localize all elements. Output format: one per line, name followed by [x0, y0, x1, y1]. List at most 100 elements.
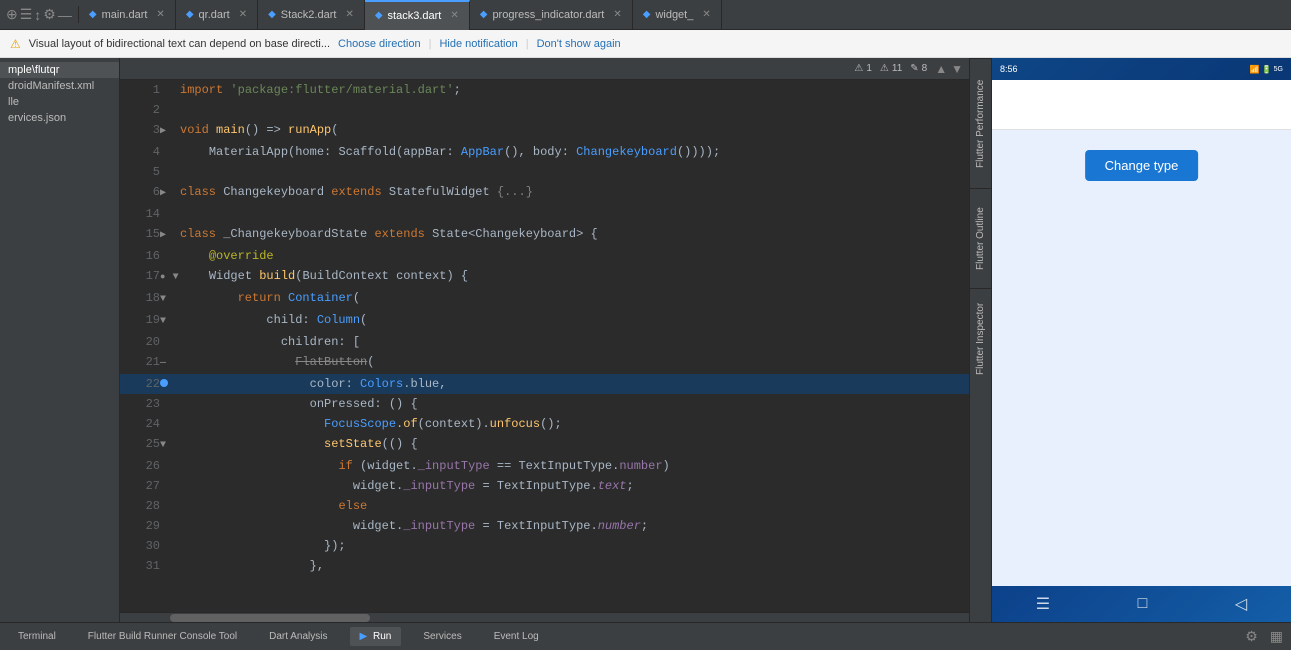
device-status-bar: 8:56 📶 🔋 5G — [992, 58, 1291, 80]
signal-text: 5G — [1274, 66, 1283, 73]
tab-close-widget[interactable]: ✕ — [702, 9, 710, 20]
layout-status-icon[interactable]: ▦ — [1270, 628, 1283, 645]
code-lines: 1 import 'package:flutter/material.dart'… — [120, 80, 969, 576]
fold-arrow-25[interactable]: ▼ — [160, 440, 166, 451]
fold-arrow-15[interactable]: ▶ — [160, 230, 166, 241]
flutter-outline-panel[interactable]: Flutter Outline — [970, 188, 991, 288]
sidebar-item-flutqr[interactable]: mple\flutqr — [0, 62, 119, 78]
warning-count: 1 — [866, 63, 872, 74]
toolbar-icon-2[interactable]: ☰ — [20, 6, 33, 23]
line-row: 18 ▼ return Container( — [120, 288, 969, 310]
status-tab-event-log[interactable]: Event Log — [484, 627, 549, 646]
line-row: 14 — [120, 204, 969, 224]
change-type-button[interactable]: Change type — [1085, 150, 1199, 181]
device-status-icons: 📶 🔋 5G — [1250, 65, 1283, 74]
sidebar-item-services[interactable]: ervices.json — [0, 110, 119, 126]
line-row: 25 ▼ setState(() { — [120, 434, 969, 456]
notification-separator: | — [429, 38, 432, 50]
back-nav-icon[interactable]: ◁ — [1235, 594, 1247, 614]
notification-text: Visual layout of bidirectional text can … — [29, 38, 330, 50]
minimize-icon[interactable]: — — [58, 7, 72, 23]
line-row: 5 — [120, 162, 969, 182]
fold-arrow-18[interactable]: ▼ — [160, 294, 166, 305]
flutter-inspector-panel[interactable]: Flutter Inspector — [970, 288, 991, 388]
line-row: 23 onPressed: () { — [120, 394, 969, 414]
tab-qr-dart[interactable]: ◆ qr.dart ✕ — [176, 0, 258, 30]
line-row: 4 MaterialApp(home: Scaffold(appBar: App… — [120, 142, 969, 162]
sidebar-item-androidmanifest[interactable]: droidManifest.xml — [0, 78, 119, 94]
choose-direction-link[interactable]: Choose direction — [338, 38, 421, 50]
tab-progress-dart[interactable]: ◆ progress_indicator.dart ✕ — [470, 0, 633, 30]
status-tab-dart-analysis[interactable]: Dart Analysis — [259, 627, 337, 646]
dont-show-again-link[interactable]: Don't show again — [537, 38, 621, 50]
notification-separator-2: | — [526, 38, 529, 50]
dart-file-icon-2: ◆ — [186, 9, 194, 20]
settings-icon[interactable]: ⚙ — [43, 6, 56, 23]
line-row: 27 widget._inputType = TextInputType.tex… — [120, 476, 969, 496]
toolbar-icon-1[interactable]: ⊕ — [6, 6, 18, 23]
flutter-panels: Flutter Performance Flutter Outline Flut… — [969, 58, 991, 622]
device-preview: 8:56 📶 🔋 5G Change type ☰ — [991, 58, 1291, 622]
status-tab-services[interactable]: Services — [413, 627, 471, 646]
tab-close-progress[interactable]: ✕ — [613, 9, 621, 20]
tab-bar: ⊕ ☰ ↕ ⚙ — ◆ main.dart ✕ ◆ qr.dart ✕ ◆ St… — [0, 0, 1291, 30]
tab-close-stack2[interactable]: ✕ — [345, 9, 353, 20]
notification-bar: ⚠ Visual layout of bidirectional text ca… — [0, 30, 1291, 58]
tab-widget-dart[interactable]: ◆ widget_ ✕ — [633, 0, 722, 30]
device-time: 8:56 — [1000, 64, 1018, 74]
line-row: 1 import 'package:flutter/material.dart'… — [120, 80, 969, 100]
tab-close-main[interactable]: ✕ — [156, 9, 164, 20]
dart-file-icon: ◆ — [89, 9, 97, 20]
line-row: 21 — FlatButton( — [120, 352, 969, 374]
sidebar-label-lle: lle — [8, 96, 19, 108]
line-row: 6 ▶ class Changekeyboard extends Statefu… — [120, 182, 969, 204]
tab-close-qr[interactable]: ✕ — [239, 9, 247, 20]
sidebar-label-androidmanifest: droidManifest.xml — [8, 80, 94, 92]
info-icon: ✎ — [910, 63, 918, 74]
line-row: 24 FocusScope.of(context).unfocus(); — [120, 414, 969, 434]
line-row: 28 else — [120, 496, 969, 516]
tab-stack2-dart[interactable]: ◆ Stack2.dart ✕ — [258, 0, 365, 30]
highlight-dot-22 — [160, 379, 168, 387]
breakpoint-17[interactable]: ● — [160, 272, 165, 282]
line-row: 29 widget._inputType = TextInputType.num… — [120, 516, 969, 536]
tab-main-dart[interactable]: ◆ main.dart ✕ — [79, 0, 176, 30]
fold-arrow-3[interactable]: ▶ — [160, 126, 166, 137]
menu-nav-icon[interactable]: ☰ — [1036, 594, 1050, 614]
sidebar-label-flutqr: mple\flutqr — [8, 64, 59, 76]
info-badge: ✎ 8 — [910, 63, 927, 74]
settings-status-icon[interactable]: ⚙ — [1245, 628, 1258, 645]
line-row: 19 ▼ child: Column( — [120, 310, 969, 332]
nav-up-icon[interactable]: ▲ — [935, 62, 947, 76]
horizontal-scrollbar[interactable] — [120, 612, 969, 622]
code-editor[interactable]: 1 import 'package:flutter/material.dart'… — [120, 80, 969, 612]
nav-down-icon[interactable]: ▼ — [951, 62, 963, 76]
home-nav-icon[interactable]: □ — [1138, 595, 1148, 613]
dart-file-icon-3: ◆ — [268, 9, 276, 20]
editor-area: ⚠ 1 ⚠ 11 ✎ 8 ▲ ▼ 1 — [120, 58, 969, 622]
wifi-icon: 📶 — [1250, 65, 1260, 74]
editor-toolbar: ⚠ 1 ⚠ 11 ✎ 8 ▲ ▼ — [120, 58, 969, 80]
device-screen: Change type — [992, 80, 1291, 586]
fold-arrow-17[interactable]: ▼ — [173, 272, 179, 283]
fold-arrow-6[interactable]: ▶ — [160, 188, 166, 199]
line-row: 15 ▶ class _ChangekeyboardState extends … — [120, 224, 969, 246]
status-tab-terminal[interactable]: Terminal — [8, 627, 66, 646]
tab-close-stack3[interactable]: ✕ — [450, 10, 458, 21]
fold-arrow-19[interactable]: ▼ — [160, 316, 166, 327]
info-count: 8 — [922, 63, 928, 74]
line-row: 30 }); — [120, 536, 969, 556]
sidebar-item-lle[interactable]: lle — [0, 94, 119, 110]
fold-arrow-21[interactable]: — — [160, 358, 166, 369]
toolbar-icon-3[interactable]: ↕ — [34, 7, 41, 23]
line-row: 17 ● ▼ Widget build(BuildContext context… — [120, 266, 969, 288]
flutter-performance-panel[interactable]: Flutter Performance — [970, 58, 991, 188]
hide-notification-link[interactable]: Hide notification — [439, 38, 517, 50]
line-row: 3 ▶ void main() => runApp( — [120, 120, 969, 142]
status-tab-run[interactable]: ▶ Run — [350, 627, 402, 646]
device-frame: 8:56 📶 🔋 5G Change type ☰ — [992, 58, 1291, 622]
status-tab-build-runner[interactable]: Flutter Build Runner Console Tool — [78, 627, 247, 646]
dart-file-icon-4: ◆ — [375, 10, 383, 21]
tab-stack3-dart[interactable]: ◆ stack3.dart ✕ — [365, 0, 470, 30]
sidebar-label-services: ervices.json — [8, 112, 66, 124]
